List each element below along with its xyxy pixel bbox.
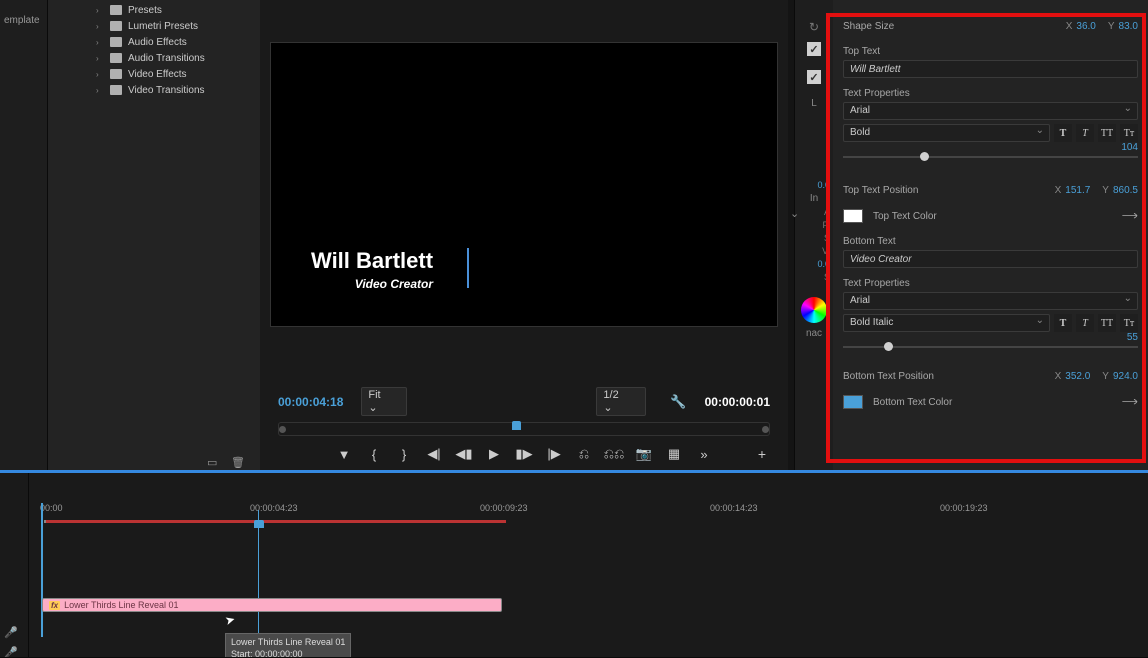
top-pos-label: Top Text Position [843,185,1055,196]
bottom-color-swatch[interactable] [843,395,863,409]
top-size-value[interactable]: 104 [843,142,1138,153]
all-caps-btn[interactable]: TT [1098,314,1116,332]
work-area-bar[interactable] [44,520,502,523]
tree-item-lumetri[interactable]: ›Lumetri Presets [48,18,260,34]
faux-bold-btn[interactable]: T [1054,314,1072,332]
effects-browser: ›Presets ›Lumetri Presets ›Audio Effects… [48,0,260,470]
fit-dropdown[interactable]: Fit ⌄ [361,387,407,416]
tree-item-presets[interactable]: ›Presets [48,2,260,18]
tree-item-video-fx[interactable]: ›Video Effects [48,66,260,82]
template-tab[interactable]: emplate [4,15,43,26]
faux-bold-btn[interactable]: T [1054,124,1072,142]
faux-italic-btn[interactable]: T [1076,314,1094,332]
top-font-dropdown[interactable]: Arial [843,102,1138,120]
lift-icon[interactable]: ⎌ [576,446,592,462]
playhead-handle[interactable] [254,520,264,528]
top-pos-x[interactable]: X151.7 [1055,185,1091,196]
layer-strip: ↻ ✓ ✓ L 0.0 In ⌄ A Fi S Vi 0.0 S nac [795,0,833,470]
folder-icon [110,85,122,95]
fx-badge-icon: fx [49,601,60,610]
add-marker-icon[interactable]: ▼ [336,446,352,462]
bottom-pos-x[interactable]: X352.0 [1055,371,1091,382]
folder-icon [110,69,122,79]
browser-footer: ▭ 🗑 [48,452,260,470]
compare-icon[interactable]: ▦ [666,446,682,462]
shape-y[interactable]: Y83.0 [1108,21,1138,32]
settings-wrench-icon[interactable]: 🔧 [670,394,686,410]
layer-checkbox-1[interactable]: ✓ [807,42,821,56]
clip-tooltip: Lower Thirds Line Reveal 01 Start: 00:00… [225,633,351,658]
essential-graphics-panel: ↻ ✓ ✓ L 0.0 In ⌄ A Fi S Vi 0.0 S nac Sha… [794,0,1148,470]
bottom-pos-label: Bottom Text Position [843,371,1055,382]
preview-title-text: Will Bartlett [311,248,433,274]
clip-lower-thirds[interactable]: fx Lower Thirds Line Reveal 01 [42,598,502,612]
faux-italic-btn[interactable]: T [1076,124,1094,142]
top-text-label: Top Text [843,46,1138,57]
bottom-props-label: Text Properties [843,278,1138,289]
go-to-out-icon[interactable]: |▶ [546,446,562,462]
layer-checkbox-2[interactable]: ✓ [807,70,821,84]
video-track[interactable]: fx Lower Thirds Line Reveal 01 [40,598,1148,624]
top-color-label: Top Text Color [873,211,1122,222]
new-bin-icon[interactable]: ▭ [207,456,221,467]
top-props-label: Text Properties [843,88,1138,99]
bottom-font-dropdown[interactable]: Arial [843,292,1138,310]
mini-timeline[interactable] [278,422,770,436]
bottom-pos-y[interactable]: Y924.0 [1102,371,1138,382]
mark-out-icon[interactable]: } [396,446,412,462]
go-to-in-icon[interactable]: ◀| [426,446,442,462]
top-pos-y[interactable]: Y860.5 [1102,185,1138,196]
folder-icon [110,5,122,15]
proxy-icon[interactable]: » [696,446,712,462]
shape-x[interactable]: X36.0 [1066,21,1096,32]
timeline-panel: 00:00 00:00:04:23 00:00:09:23 00:00:14:2… [0,470,1148,658]
folder-icon [110,37,122,47]
bottom-color-label: Bottom Text Color [873,397,1122,408]
small-caps-btn[interactable]: Tт [1120,314,1138,332]
all-caps-btn[interactable]: TT [1098,124,1116,142]
extract-icon[interactable]: ⎌⎌ [606,446,622,462]
small-caps-btn[interactable]: Tт [1120,124,1138,142]
top-text-input[interactable] [843,60,1138,78]
bottom-text-input[interactable] [843,250,1138,268]
top-style-dropdown[interactable]: Bold [843,124,1050,142]
trash-icon[interactable]: 🗑 [231,456,245,467]
top-color-swatch[interactable] [843,209,863,223]
tree-item-audio-trans[interactable]: ›Audio Transitions [48,50,260,66]
lower-third-line [467,248,469,288]
bottom-text-label: Bottom Text [843,236,1138,247]
duration-timecode: 00:00:00:01 [705,395,770,409]
eyedropper-icon[interactable]: 𐃘 [1122,208,1138,225]
resolution-dropdown[interactable]: 1/2 ⌄ [596,387,646,416]
program-monitor: Will Bartlett Video Creator 00:00:04:18 … [260,0,788,470]
bottom-size-slider[interactable] [843,346,1138,348]
eyedropper-icon[interactable]: 𐃘 [1122,394,1138,411]
step-back-icon[interactable]: ◀▮ [456,446,472,462]
current-timecode[interactable]: 00:00:04:18 [278,395,343,409]
voiceover-icon[interactable]: 🎤 [4,626,18,640]
export-frame-icon[interactable]: 📷 [636,446,652,462]
button-editor-icon[interactable]: + [754,446,770,462]
left-tool-panel: emplate [0,0,48,470]
folder-icon [110,53,122,63]
play-icon[interactable]: ▶ [486,446,502,462]
preview-viewport: Will Bartlett Video Creator [270,42,778,327]
bottom-style-dropdown[interactable]: Bold Italic [843,314,1050,332]
top-size-slider[interactable] [843,156,1138,158]
preview-subtitle-text: Video Creator [311,277,433,291]
folder-icon [110,21,122,31]
tree-item-audio-fx[interactable]: ›Audio Effects [48,34,260,50]
voiceover-icon[interactable]: 🎤 [4,646,18,658]
mark-in-icon[interactable]: { [366,446,382,462]
shape-size-label: Shape Size [843,21,1066,32]
color-wheel-icon[interactable] [801,297,827,323]
tree-item-video-trans[interactable]: ›Video Transitions [48,82,260,98]
mini-playhead[interactable] [512,421,521,430]
step-fwd-icon[interactable]: ▮▶ [516,446,532,462]
